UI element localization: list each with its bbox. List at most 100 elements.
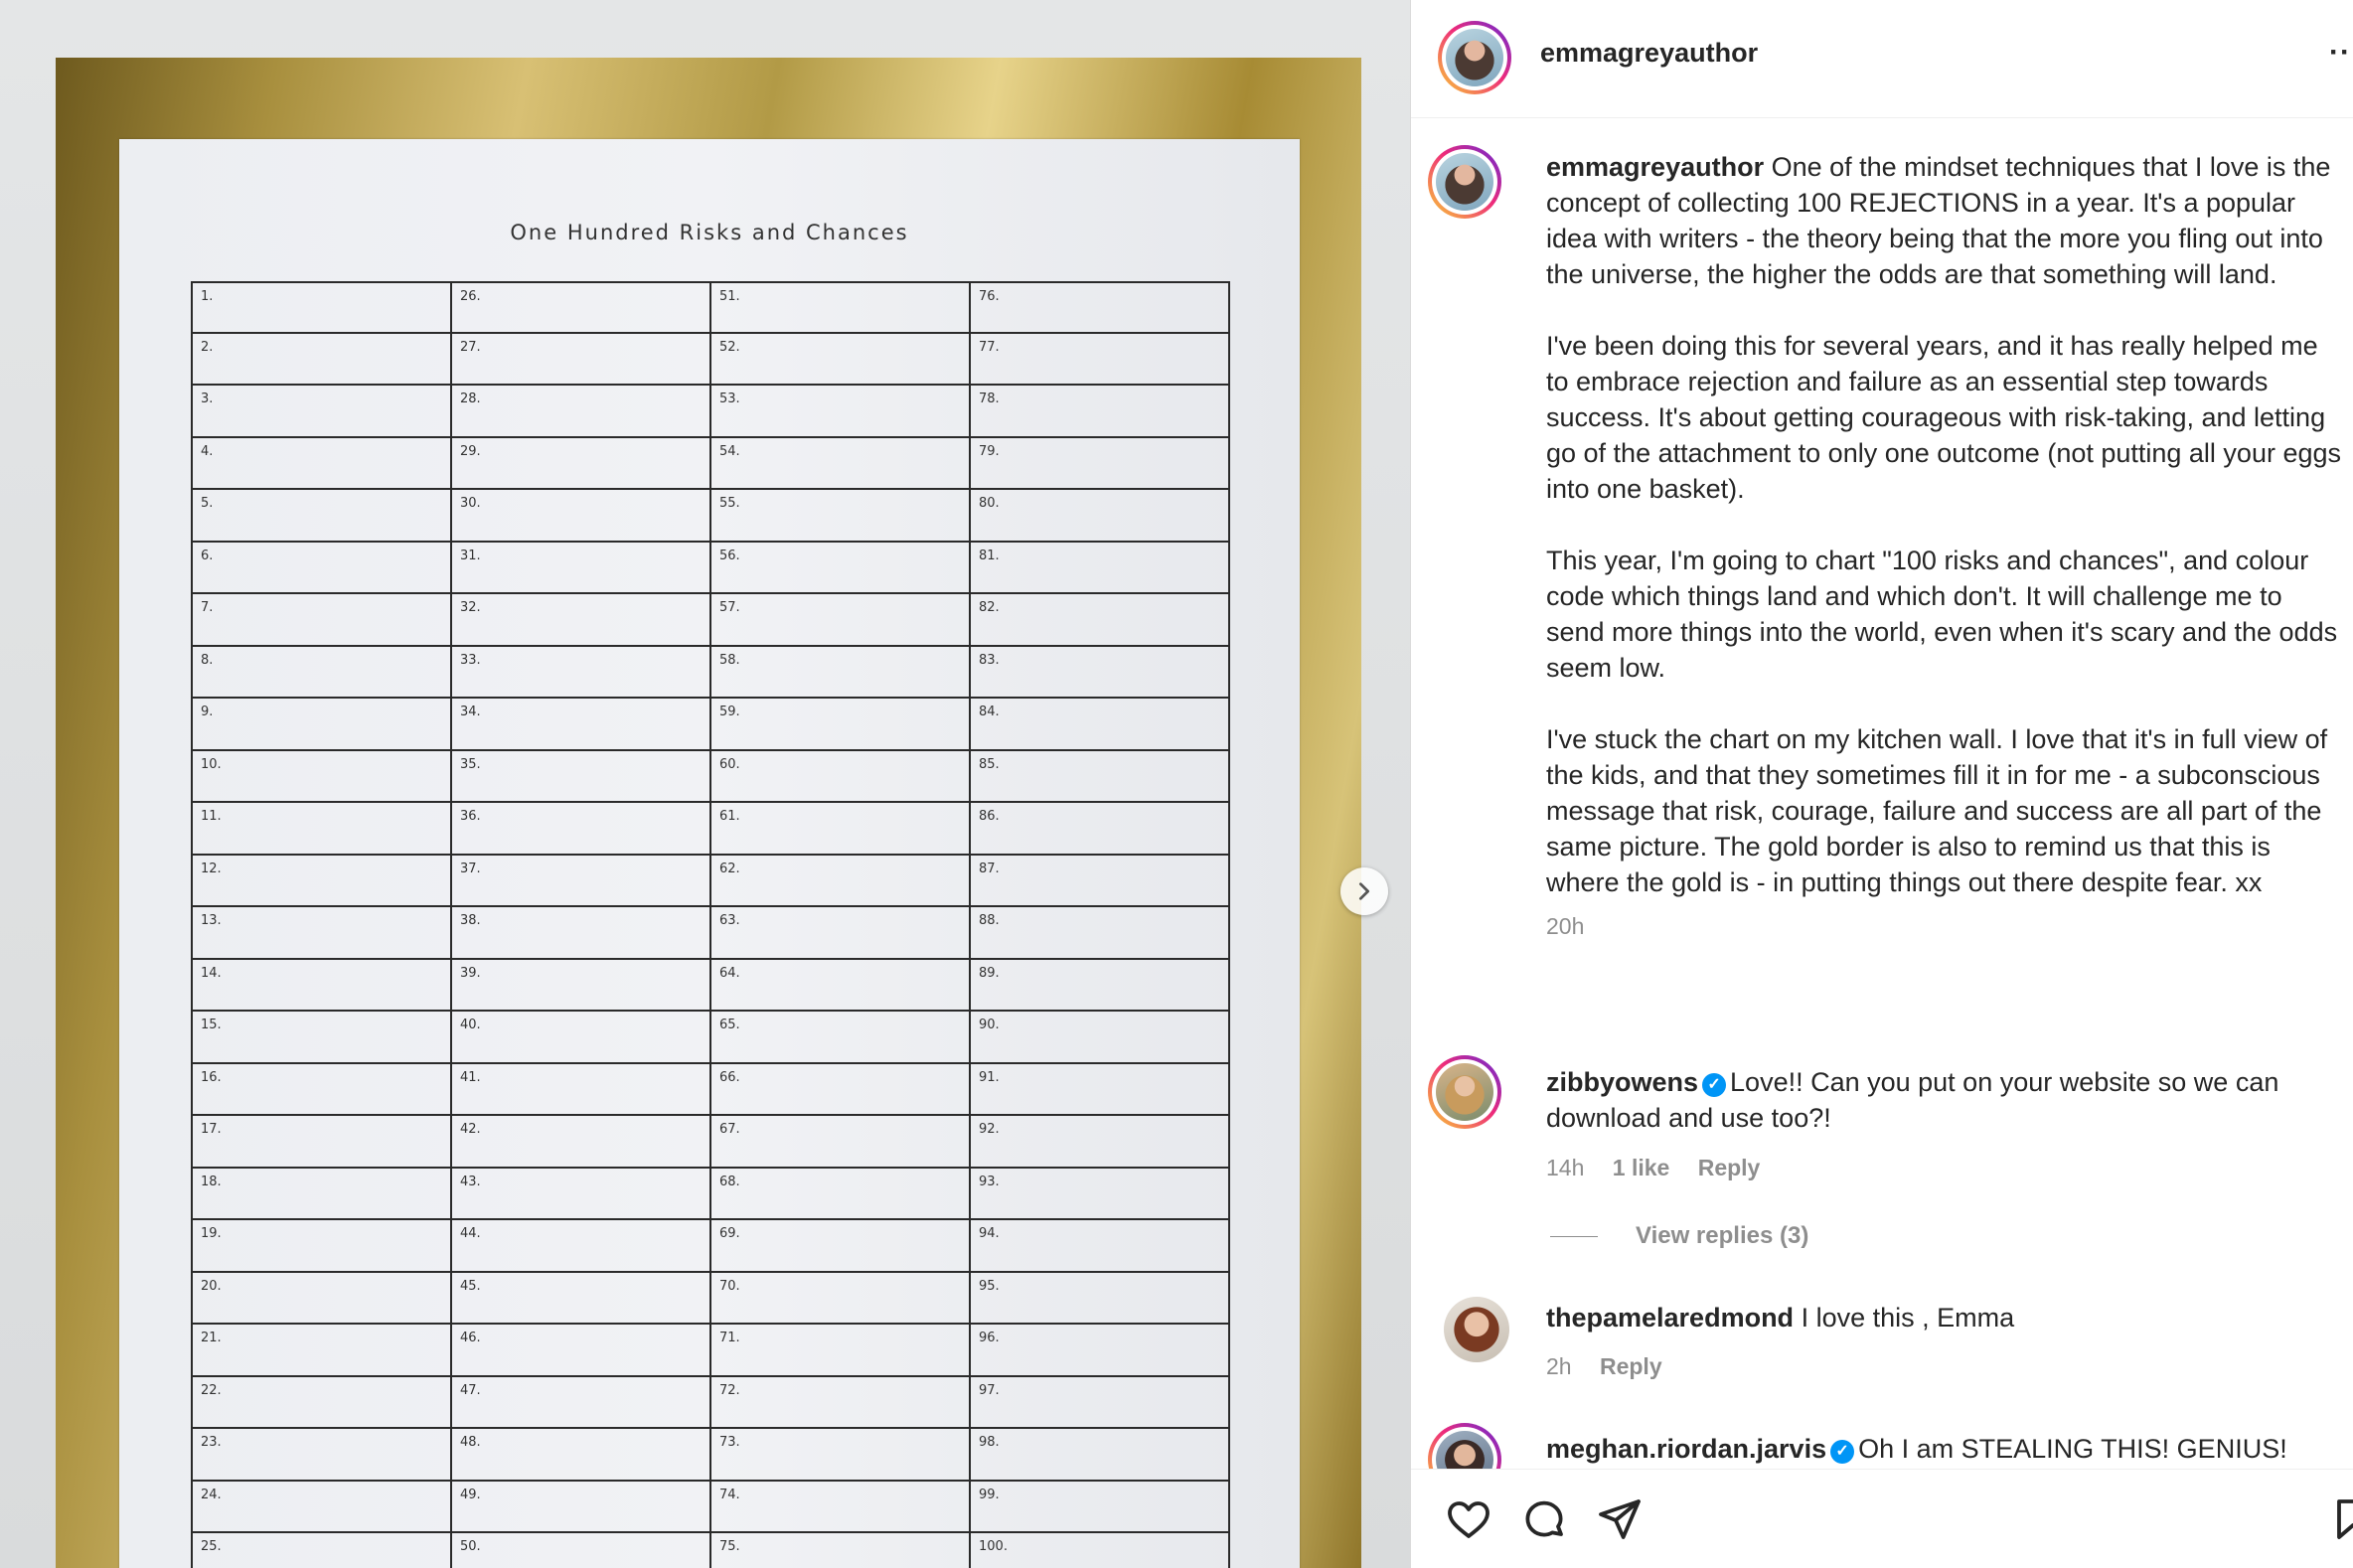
chart-cell-number: 20. — [201, 1278, 222, 1294]
caption-avatar[interactable] — [1428, 145, 1501, 219]
chart-cell: 32. — [450, 594, 711, 647]
chart-cell-number: 8. — [201, 652, 214, 668]
chart-cell-number: 49. — [460, 1487, 481, 1502]
chart-cell: 17. — [191, 1116, 452, 1169]
chart-cell: 31. — [450, 542, 711, 594]
caption-paragraph: I've stuck the chart on my kitchen wall.… — [1546, 724, 2328, 897]
chart-cell-number: 14. — [201, 965, 222, 981]
caption-timestamp: 20h — [1546, 913, 1585, 939]
chart-cell-number: 50. — [460, 1539, 481, 1554]
chart-cell-number: 30. — [460, 496, 481, 511]
post-side-panel: emmagreyauthor ··· emmagreyauthor One of… — [1411, 0, 2353, 1568]
chart-cell: 80. — [969, 490, 1230, 543]
chart-cell: 51. — [709, 281, 971, 334]
chart-cell: 50. — [450, 1533, 711, 1568]
chart-cell-number: 42. — [460, 1122, 481, 1137]
chart-cell-number: 66. — [719, 1069, 740, 1085]
chart-cell-number: 76. — [979, 289, 1000, 304]
send-icon — [1599, 1499, 1641, 1539]
chart-cell-number: 39. — [460, 965, 481, 981]
chart-cell-number: 74. — [719, 1487, 740, 1502]
chart-cell: 53. — [709, 386, 971, 438]
comment-username[interactable]: meghan.riordan.jarvis — [1546, 1434, 1826, 1464]
comment-icon — [1525, 1500, 1563, 1537]
comment-meta: 2h Reply — [1546, 1353, 1684, 1380]
chart-cell-number: 15. — [201, 1018, 222, 1032]
chart-cell: 75. — [709, 1533, 971, 1568]
chart-cell: 22. — [191, 1376, 452, 1429]
chart-cell-number: 56. — [719, 548, 740, 563]
comment-button[interactable] — [1520, 1495, 1568, 1543]
chart-cell-number: 1. — [201, 289, 214, 304]
chart-cell-number: 35. — [460, 756, 481, 772]
chart-cell-number: 26. — [460, 289, 481, 304]
comments-scroll-area[interactable]: emmagreyauthor One of the mindset techni… — [1411, 0, 2353, 1469]
chart-cell-number: 48. — [460, 1435, 481, 1450]
chart-cell: 96. — [969, 1325, 1230, 1377]
commenter-avatar[interactable] — [1444, 1297, 1509, 1362]
chart-cell: 1. — [191, 281, 452, 334]
chart-cell: 79. — [969, 437, 1230, 490]
view-replies-label: View replies (3) — [1636, 1222, 1809, 1249]
caption-paragraph: I've been doing this for several years, … — [1546, 331, 2342, 504]
chart-cell-number: 84. — [979, 705, 1000, 719]
chart-cell: 6. — [191, 542, 452, 594]
chart-cell: 15. — [191, 1012, 452, 1064]
chart-cell-number: 98. — [979, 1435, 1000, 1450]
chart-column: 1. 2. 3. 4. 5. 6. 7. 8. 9. 10. 11. 12. 13. 14. 15. 16. 1… — [191, 281, 452, 1568]
chart-cell: 71. — [709, 1325, 971, 1377]
chart-cell-number: 77. — [979, 339, 1000, 355]
chart-cell: 89. — [969, 959, 1230, 1012]
chart-cell: 47. — [450, 1376, 711, 1429]
chart-cell: 78. — [969, 386, 1230, 438]
chart-cell: 61. — [709, 803, 971, 856]
share-button[interactable] — [1596, 1495, 1644, 1543]
commenter-avatar[interactable] — [1428, 1055, 1501, 1129]
comment: thepamelaredmond I love this , Emma — [1546, 1300, 2341, 1335]
like-button[interactable] — [1445, 1495, 1492, 1543]
chart-cell-number: 82. — [979, 600, 1000, 615]
chart-cell: 45. — [450, 1272, 711, 1325]
chart-cell-number: 9. — [201, 705, 214, 719]
chart-cell-number: 80. — [979, 496, 1000, 511]
chart-cell: 83. — [969, 646, 1230, 699]
commenter-avatar[interactable] — [1428, 1423, 1501, 1469]
reply-button[interactable]: Reply — [1600, 1353, 1662, 1379]
chart-cell: 23. — [191, 1429, 452, 1482]
comment-likes[interactable]: 1 like — [1613, 1155, 1670, 1180]
chart-cell: 95. — [969, 1272, 1230, 1325]
chart-cell-number: 18. — [201, 1174, 222, 1189]
chart-cell-number: 3. — [201, 392, 214, 406]
chart-cell-number: 88. — [979, 913, 1000, 928]
chart-cell: 20. — [191, 1272, 452, 1325]
chart-cell-number: 87. — [979, 861, 1000, 876]
chart-cell-number: 94. — [979, 1226, 1000, 1241]
chart-cell-number: 41. — [460, 1069, 481, 1085]
chart-cell: 49. — [450, 1481, 711, 1533]
comment-username[interactable]: zibbyowens — [1546, 1067, 1698, 1097]
chart-cell: 42. — [450, 1116, 711, 1169]
save-button[interactable] — [2329, 1495, 2353, 1543]
chart-cell-number: 69. — [719, 1226, 740, 1241]
chart-cell: 34. — [450, 699, 711, 751]
comment-username[interactable]: thepamelaredmond — [1546, 1303, 1794, 1333]
chart-cell: 97. — [969, 1376, 1230, 1429]
chart-cell: 54. — [709, 437, 971, 490]
chart-cell: 86. — [969, 803, 1230, 856]
chart-cell-number: 70. — [719, 1278, 740, 1294]
chart-cell: 10. — [191, 750, 452, 803]
view-replies-button[interactable]: View replies (3) — [1550, 1222, 1808, 1250]
chart-cell-number: 43. — [460, 1174, 481, 1189]
chart-cell: 41. — [450, 1063, 711, 1116]
caption-username[interactable]: emmagreyauthor — [1546, 152, 1764, 182]
caption-paragraph: This year, I'm going to chart "100 risks… — [1546, 546, 2338, 683]
next-photo-button[interactable] — [1340, 867, 1388, 915]
chart-cell-number: 63. — [719, 913, 740, 928]
chart-cell: 63. — [709, 907, 971, 960]
chart-cell: 81. — [969, 542, 1230, 594]
chart-cell: 16. — [191, 1063, 452, 1116]
chart-cell-number: 37. — [460, 861, 481, 876]
chevron-right-icon — [1358, 882, 1370, 900]
reply-button[interactable]: Reply — [1698, 1155, 1761, 1180]
chart-cell: 38. — [450, 907, 711, 960]
